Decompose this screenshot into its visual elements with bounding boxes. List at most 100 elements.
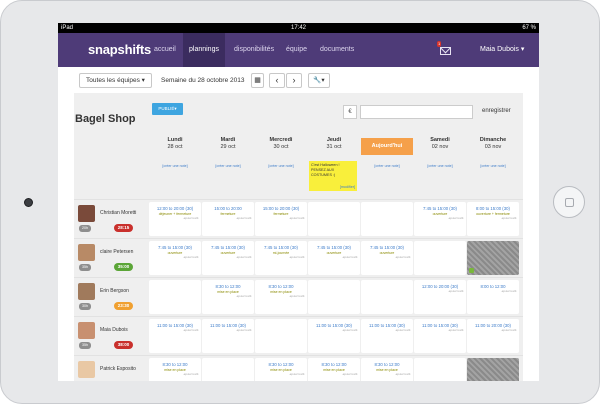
shift-edit-link[interactable]: -ajouter/modif- — [395, 329, 411, 332]
shift-cell[interactable] — [414, 358, 466, 381]
shift-edit-link[interactable]: -ajouter/modif- — [289, 256, 305, 259]
shift-edit-link[interactable]: -ajouter/modif- — [289, 295, 305, 298]
avatar — [78, 283, 95, 300]
mail-icon[interactable] — [440, 47, 451, 55]
shift-cell[interactable]: 7:45 to 15:00 (30) ouverture -ajouter/modi… — [361, 241, 413, 275]
shift-cell[interactable]: 12:00 to 20:00 (30) déjeuner + fermeture -… — [149, 202, 201, 236]
shift-edit-link[interactable]: -ajouter/modif- — [501, 290, 517, 293]
shift-edit-link[interactable]: -ajouter/modif- — [236, 256, 252, 259]
unavailable-cell[interactable] — [467, 241, 519, 275]
shift-cell[interactable]: 8:30 to 12:00 mise en place -ajouter/modif… — [255, 358, 307, 381]
shift-cell[interactable]: 11:00 to 15:00 (30) -ajouter/modif- — [308, 319, 360, 353]
prev-week-button[interactable]: ‹ — [269, 73, 285, 88]
shift-cell[interactable]: 8:30 to 12:00 mise en place -ajouter/modif… — [361, 358, 413, 381]
home-button[interactable] — [553, 186, 585, 218]
shift-edit-link[interactable]: -ajouter/modif- — [289, 217, 305, 220]
shift-edit-link[interactable]: -ajouter/modif- — [183, 256, 199, 259]
shift-cell[interactable]: 8:00 to 15:00 (30) ouverture + fermeture -… — [467, 202, 519, 236]
snapshifts-logo[interactable]: snapshifts — [88, 42, 151, 57]
shift-cell[interactable] — [308, 202, 360, 236]
shift-edit-link[interactable]: -ajouter/modif- — [395, 373, 411, 376]
shift-edit-link[interactable]: -ajouter/modif- — [342, 329, 358, 332]
shift-edit-link[interactable]: -ajouter/modif- — [183, 217, 199, 220]
shift-cell[interactable]: 7:45 to 15:00 (30) mi-journée -ajouter/mod… — [255, 241, 307, 275]
shift-cell[interactable]: 8:30 to 12:00 mise en place -ajouter/modif… — [149, 358, 201, 381]
check-icon — [469, 268, 474, 273]
shift-edit-link[interactable]: -ajouter/modif- — [289, 373, 305, 376]
shift-cell[interactable] — [414, 241, 466, 275]
shift-cell[interactable]: 8:30 to 12:00 mise en place -ajouter/modif… — [255, 280, 307, 314]
shift-cell[interactable]: 11:00 to 15:00 (30) -ajouter/modif- — [202, 319, 254, 353]
create-note-link[interactable]: [créer une note] — [202, 164, 254, 168]
shift-cell[interactable] — [361, 202, 413, 236]
nav-plannings[interactable]: plannings — [183, 33, 225, 67]
shift-edit-link[interactable]: -ajouter/modif- — [342, 256, 358, 259]
mail-count-badge: 1 — [437, 41, 442, 47]
day-header: Jeudi 31 oct — [308, 137, 360, 151]
employee-cell[interactable]: Christian Moretti 20h 28:15 — [74, 202, 146, 238]
teams-dropdown[interactable]: Toutes les équipes ▾ — [79, 73, 152, 88]
employee-cell[interactable]: Erin Bergson 30h 23:30 — [74, 280, 146, 316]
shift-cell[interactable]: 7:45 to 15:00 (30) ouverture -ajouter/modi… — [149, 241, 201, 275]
employee-cell[interactable]: claire Petersen 35h 35:00 — [74, 241, 146, 277]
shift-cell[interactable]: 7:45 to 15:00 (30) ouverture -ajouter/modi… — [202, 241, 254, 275]
shift-edit-link[interactable]: -ajouter/modif- — [448, 217, 464, 220]
nav-equipe[interactable]: équipe — [280, 33, 313, 67]
create-note-link[interactable]: [créer une note] — [255, 164, 307, 168]
shift-role: ouverture — [326, 251, 342, 255]
shift-edit-link[interactable]: -ajouter/modif- — [236, 217, 252, 220]
shift-edit-link[interactable]: -ajouter/modif- — [501, 217, 517, 220]
shift-cell[interactable] — [255, 319, 307, 353]
shift-cell[interactable]: 11:00 to 20:00 (30) -ajouter/modif- — [467, 319, 519, 353]
shift-edit-link[interactable]: -ajouter/modif- — [448, 329, 464, 332]
sticky-edit-link[interactable]: [modifier] — [340, 185, 355, 190]
contract-hours-badge: 35h — [79, 342, 91, 349]
calendar-icon[interactable]: ▦ — [251, 73, 264, 88]
day-name: Aujourd'hui — [371, 143, 403, 149]
budget-input[interactable] — [360, 105, 473, 119]
shift-cell[interactable] — [361, 280, 413, 314]
create-note-link[interactable]: [créer une note] — [467, 164, 519, 168]
nav-documents[interactable]: documents — [314, 33, 360, 67]
sticky-note[interactable]: C'est Halloween ! PENSEZ AUX COSTUMES :)… — [309, 161, 357, 191]
shift-cell[interactable] — [149, 280, 201, 314]
shift-edit-link[interactable]: -ajouter/modif- — [501, 329, 517, 332]
create-note-link[interactable]: [créer une note] — [149, 164, 201, 168]
shift-edit-link[interactable]: -ajouter/modif- — [236, 295, 252, 298]
create-note-link[interactable]: [créer une note] — [414, 164, 466, 168]
shift-cell[interactable]: 7:45 to 15:00 (30) ouverture -ajouter/modi… — [308, 241, 360, 275]
shift-time: 11:00 to 15:00 (30) — [316, 323, 352, 328]
shift-cell[interactable]: 11:00 to 15:00 (30) -ajouter/modif- — [149, 319, 201, 353]
shift-cell[interactable]: 8:30 to 12:00 mise en place -ajouter/modif… — [202, 280, 254, 314]
next-week-button[interactable]: › — [286, 73, 302, 88]
shift-cell[interactable]: 15:00 to 20:00 (30) fermeture -ajouter/mod… — [255, 202, 307, 236]
avatar — [78, 322, 95, 339]
publish-dropdown[interactable]: PUBLIÉ▾ — [152, 103, 183, 115]
shift-edit-link[interactable]: -ajouter/modif- — [448, 290, 464, 293]
avatar — [78, 361, 95, 378]
nav-accueil[interactable]: accueil — [148, 33, 182, 67]
shift-cell[interactable]: 7:45 to 15:00 (30) ouverture -ajouter/modi… — [414, 202, 466, 236]
shift-edit-link[interactable]: -ajouter/modif- — [236, 329, 252, 332]
shift-edit-link[interactable]: -ajouter/modif- — [342, 373, 358, 376]
ipad-frame: iPad 17:42 67 % snapshifts accueil plann… — [0, 0, 600, 404]
shift-edit-link[interactable]: -ajouter/modif- — [183, 373, 199, 376]
employee-cell[interactable]: Patrick Esposito30h — [74, 358, 146, 381]
create-note-link[interactable]: [créer une note] — [361, 164, 413, 168]
shift-cell[interactable]: 11:00 to 15:00 (30) -ajouter/modif- — [361, 319, 413, 353]
shift-cell[interactable]: 15:00 to 20:00 fermeture -ajouter/modif- — [202, 202, 254, 236]
shift-cell[interactable]: 8:00 to 12:00 -ajouter/modif- — [467, 280, 519, 314]
unavailable-cell[interactable] — [467, 358, 519, 381]
shift-cell[interactable] — [202, 358, 254, 381]
shift-edit-link[interactable]: -ajouter/modif- — [183, 329, 199, 332]
nav-disponibilites[interactable]: disponibilités — [228, 33, 280, 67]
shift-cell[interactable]: 12:00 to 20:00 (30) -ajouter/modif- — [414, 280, 466, 314]
tools-dropdown[interactable]: 🔧▾ — [308, 73, 330, 88]
shift-edit-link[interactable]: -ajouter/modif- — [395, 256, 411, 259]
employee-cell[interactable]: Maia Dubois 35h 38:00 — [74, 319, 146, 355]
user-menu[interactable]: Maia Dubois ▾ — [480, 33, 524, 67]
shift-cell[interactable]: 11:00 to 15:00 (30) -ajouter/modif- — [414, 319, 466, 353]
shift-cell[interactable] — [308, 280, 360, 314]
shift-cell[interactable]: 8:30 to 12:00 mise en place -ajouter/modif… — [308, 358, 360, 381]
save-link[interactable]: enregistrer — [482, 108, 511, 114]
